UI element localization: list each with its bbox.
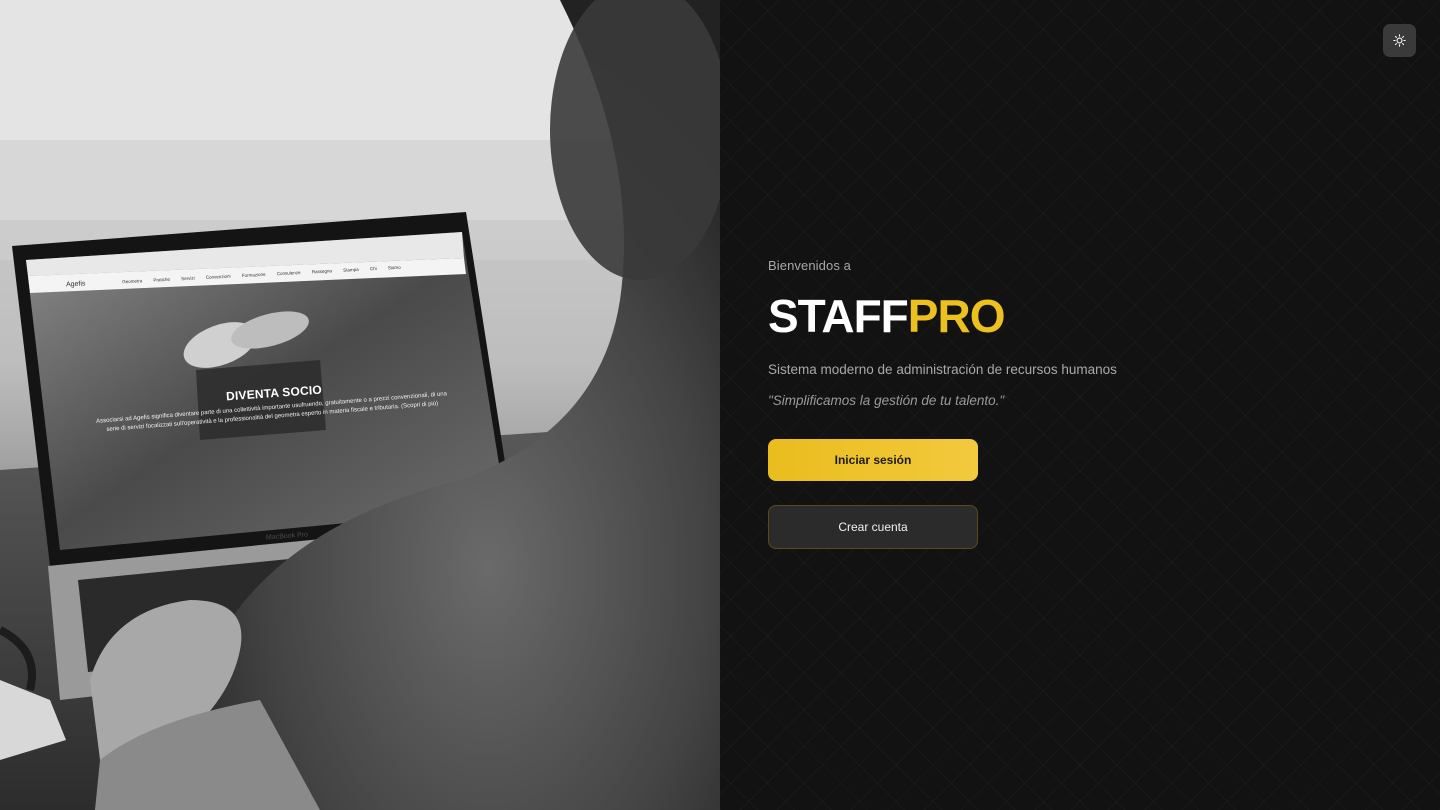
welcome-text: Bienvenidos a [768, 258, 851, 273]
laptop-brand: Agefis [65, 280, 86, 289]
brand-part-staff: STAFF [768, 290, 909, 342]
login-landing-page: Agefis Geometra Pratiche Servizi Convenz… [0, 0, 1440, 810]
tagline-quote: "Simplificamos la gestión de tu talento.… [768, 393, 1005, 408]
sun-icon [1393, 34, 1406, 47]
welcome-content: Bienvenidos a STAFFPRO Sistema moderno d… [768, 258, 1188, 549]
theme-toggle-button[interactable] [1383, 24, 1416, 57]
welcome-panel: Bienvenidos a STAFFPRO Sistema moderno d… [720, 0, 1440, 810]
hero-photo: Agefis Geometra Pratiche Servizi Convenz… [0, 0, 720, 810]
login-button[interactable]: Iniciar sesión [768, 439, 978, 481]
create-account-button[interactable]: Crear cuenta [768, 505, 978, 549]
brand-title: STAFFPRO [768, 290, 1188, 342]
subtitle: Sistema moderno de administración de rec… [768, 362, 1117, 377]
brand-part-pro: PRO [907, 290, 1006, 342]
